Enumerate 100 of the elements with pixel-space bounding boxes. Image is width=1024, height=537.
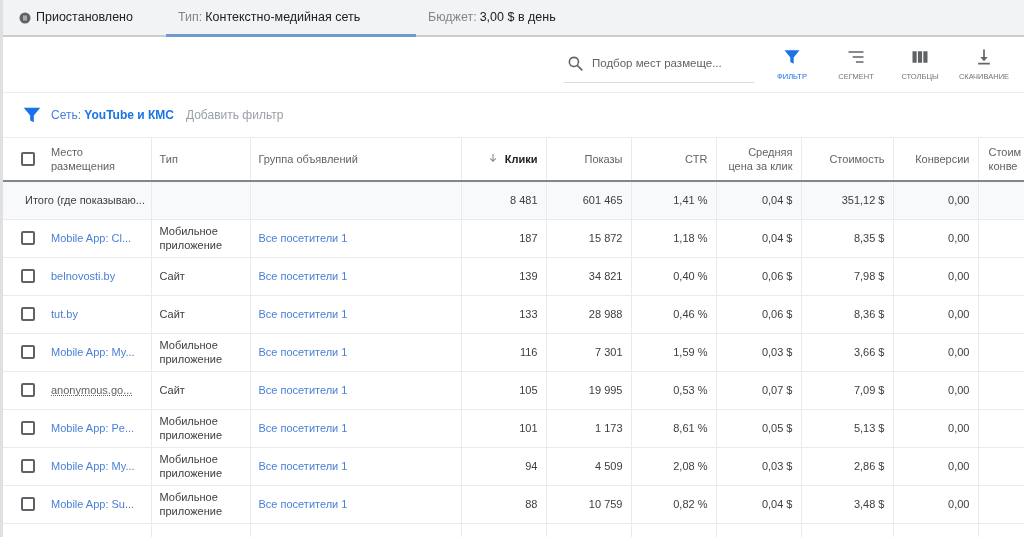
checkbox[interactable] <box>21 231 35 245</box>
table-cell: 28 988 <box>588 307 623 320</box>
table-cell: 4 509 <box>594 459 623 472</box>
table-cell: 101 <box>519 421 538 434</box>
column-header[interactable]: CTR <box>684 152 708 167</box>
table-cell: 0,00 <box>948 497 970 510</box>
placement-link[interactable]: Mobile App: My... <box>51 344 135 360</box>
table-cell: 187 <box>519 231 538 244</box>
table-cell: Мобильное приложение <box>159 224 223 251</box>
table-cell: 0,53 % <box>673 383 708 396</box>
table-cell: 8,36 $ <box>853 307 885 320</box>
table-cell: Мобильное приложение <box>159 452 223 479</box>
table-cell: 133 <box>519 307 538 320</box>
table-cell: 0,04 $ <box>761 194 793 207</box>
table-cell: 8,35 $ <box>853 231 885 244</box>
table-cell: 0,03 $ <box>761 459 793 472</box>
table-cell: 0,00 <box>948 383 970 396</box>
placement-link[interactable]: Mobile App: Su... <box>51 496 135 512</box>
table-cell: Мобильное приложение <box>159 414 223 441</box>
checkbox[interactable] <box>21 269 35 283</box>
ad-group-link[interactable]: Все посетители 1 <box>258 459 348 472</box>
checkbox[interactable] <box>21 421 35 435</box>
placement-link[interactable]: belnovosti.by <box>51 268 116 284</box>
table-cell: 94 <box>525 459 538 472</box>
column-header[interactable]: Показы <box>584 152 623 167</box>
total-label: Итого (где показываю... <box>25 194 145 207</box>
ad-group-link[interactable]: Все посетители 1 <box>258 269 348 282</box>
table-cell: 5,13 $ <box>853 421 885 434</box>
table-cell: Сайт <box>159 383 185 396</box>
add-filter-link[interactable]: Добавить фильтр <box>185 106 284 124</box>
table-cell: 34 821 <box>588 269 623 282</box>
table-cell: 1 173 <box>594 421 623 434</box>
checkbox[interactable] <box>21 459 35 473</box>
placement-text: anonymous.go... <box>51 382 133 398</box>
table-cell: Сайт <box>159 307 185 320</box>
column-header[interactable]: Средняя цена за клик <box>724 144 793 174</box>
ad-group-link[interactable]: Все посетители 1 <box>258 497 348 510</box>
table-cell: 0,00 <box>948 231 970 244</box>
table-cell: 2,08 % <box>673 459 708 472</box>
column-header[interactable]: Тип <box>159 152 178 167</box>
table-cell: 7 301 <box>594 345 623 358</box>
table-cell: 116 <box>519 345 538 358</box>
checkbox[interactable] <box>21 497 35 511</box>
table-cell: 0,03 $ <box>761 345 793 358</box>
table-cell: 0,46 % <box>673 307 708 320</box>
table-cell: 0,82 % <box>673 497 708 510</box>
table-cell: 7,09 $ <box>853 383 885 396</box>
column-header[interactable]: Клики <box>504 152 538 167</box>
table-cell: 0,00 <box>948 307 970 320</box>
ad-group-link[interactable]: Все посетители 1 <box>258 307 348 320</box>
table-cell: 0,00 <box>948 194 970 207</box>
column-header[interactable]: Стоимость <box>829 152 885 167</box>
summary-tab[interactable]: Тип: Контекстно-медийная сеть <box>165 0 416 37</box>
search-icon <box>566 54 586 74</box>
column-header[interactable]: Стоим конве <box>988 144 1024 174</box>
table-cell: 8 481 <box>509 194 538 207</box>
search-field[interactable]: Подбор мест размеще... <box>592 55 752 73</box>
checkbox[interactable] <box>21 383 35 397</box>
table-cell: 0,04 $ <box>761 497 793 510</box>
table-cell: 0,05 $ <box>761 421 793 434</box>
column-header[interactable]: Конверсии <box>915 152 970 167</box>
placement-link[interactable]: Mobile App: Cl... <box>51 230 132 246</box>
checkbox[interactable] <box>21 345 35 359</box>
filter-chip[interactable]: Сеть: YouTube и КМС <box>51 106 174 124</box>
table-cell: 7,98 $ <box>853 269 885 282</box>
table-cell: 1,41 % <box>673 194 708 207</box>
table-cell: 601 465 <box>582 194 623 207</box>
ad-group-link[interactable]: Все посетители 1 <box>258 231 348 244</box>
table-cell: 0,06 $ <box>761 307 793 320</box>
table-cell: 139 <box>519 269 538 282</box>
placement-link[interactable]: Mobile App: My... <box>51 458 135 474</box>
table-cell: 0,40 % <box>673 269 708 282</box>
table-cell: 19 995 <box>588 383 623 396</box>
table-cell: 351,12 $ <box>841 194 885 207</box>
table-cell: 0,04 $ <box>761 231 793 244</box>
table-cell: 105 <box>519 383 538 396</box>
table-cell: 3,48 $ <box>853 497 885 510</box>
table-cell: 0,07 $ <box>761 383 793 396</box>
ad-group-link[interactable]: Все посетители 1 <box>258 345 348 358</box>
table-cell: 1,18 % <box>673 231 708 244</box>
ad-group-link[interactable]: Все посетители 1 <box>258 421 348 434</box>
table-cell: 3,66 $ <box>853 345 885 358</box>
table-cell: 1,59 % <box>673 345 708 358</box>
summary-tab[interactable]: Бюджет: 3,00 $ в день <box>415 0 568 37</box>
table-cell: Мобильное приложение <box>159 490 223 517</box>
table-cell: 2,86 $ <box>853 459 885 472</box>
table-cell: 0,00 <box>948 269 970 282</box>
column-header[interactable]: Место размещения <box>51 144 143 174</box>
ad-group-link[interactable]: Все посетители 1 <box>258 383 348 396</box>
table-cell: Мобильное приложение <box>159 338 223 365</box>
table-cell: 0,06 $ <box>761 269 793 282</box>
column-header[interactable]: Группа объявлений <box>258 152 358 167</box>
placement-link[interactable]: Mobile App: Pe... <box>51 420 135 436</box>
table-cell: 0,00 <box>948 345 970 358</box>
table-cell: Сайт <box>159 269 185 282</box>
checkbox[interactable] <box>21 307 35 321</box>
status-label: Приостановлено <box>36 9 133 27</box>
placement-link[interactable]: tut.by <box>51 306 78 322</box>
table-cell: 15 872 <box>588 231 623 244</box>
checkbox[interactable] <box>21 152 35 166</box>
